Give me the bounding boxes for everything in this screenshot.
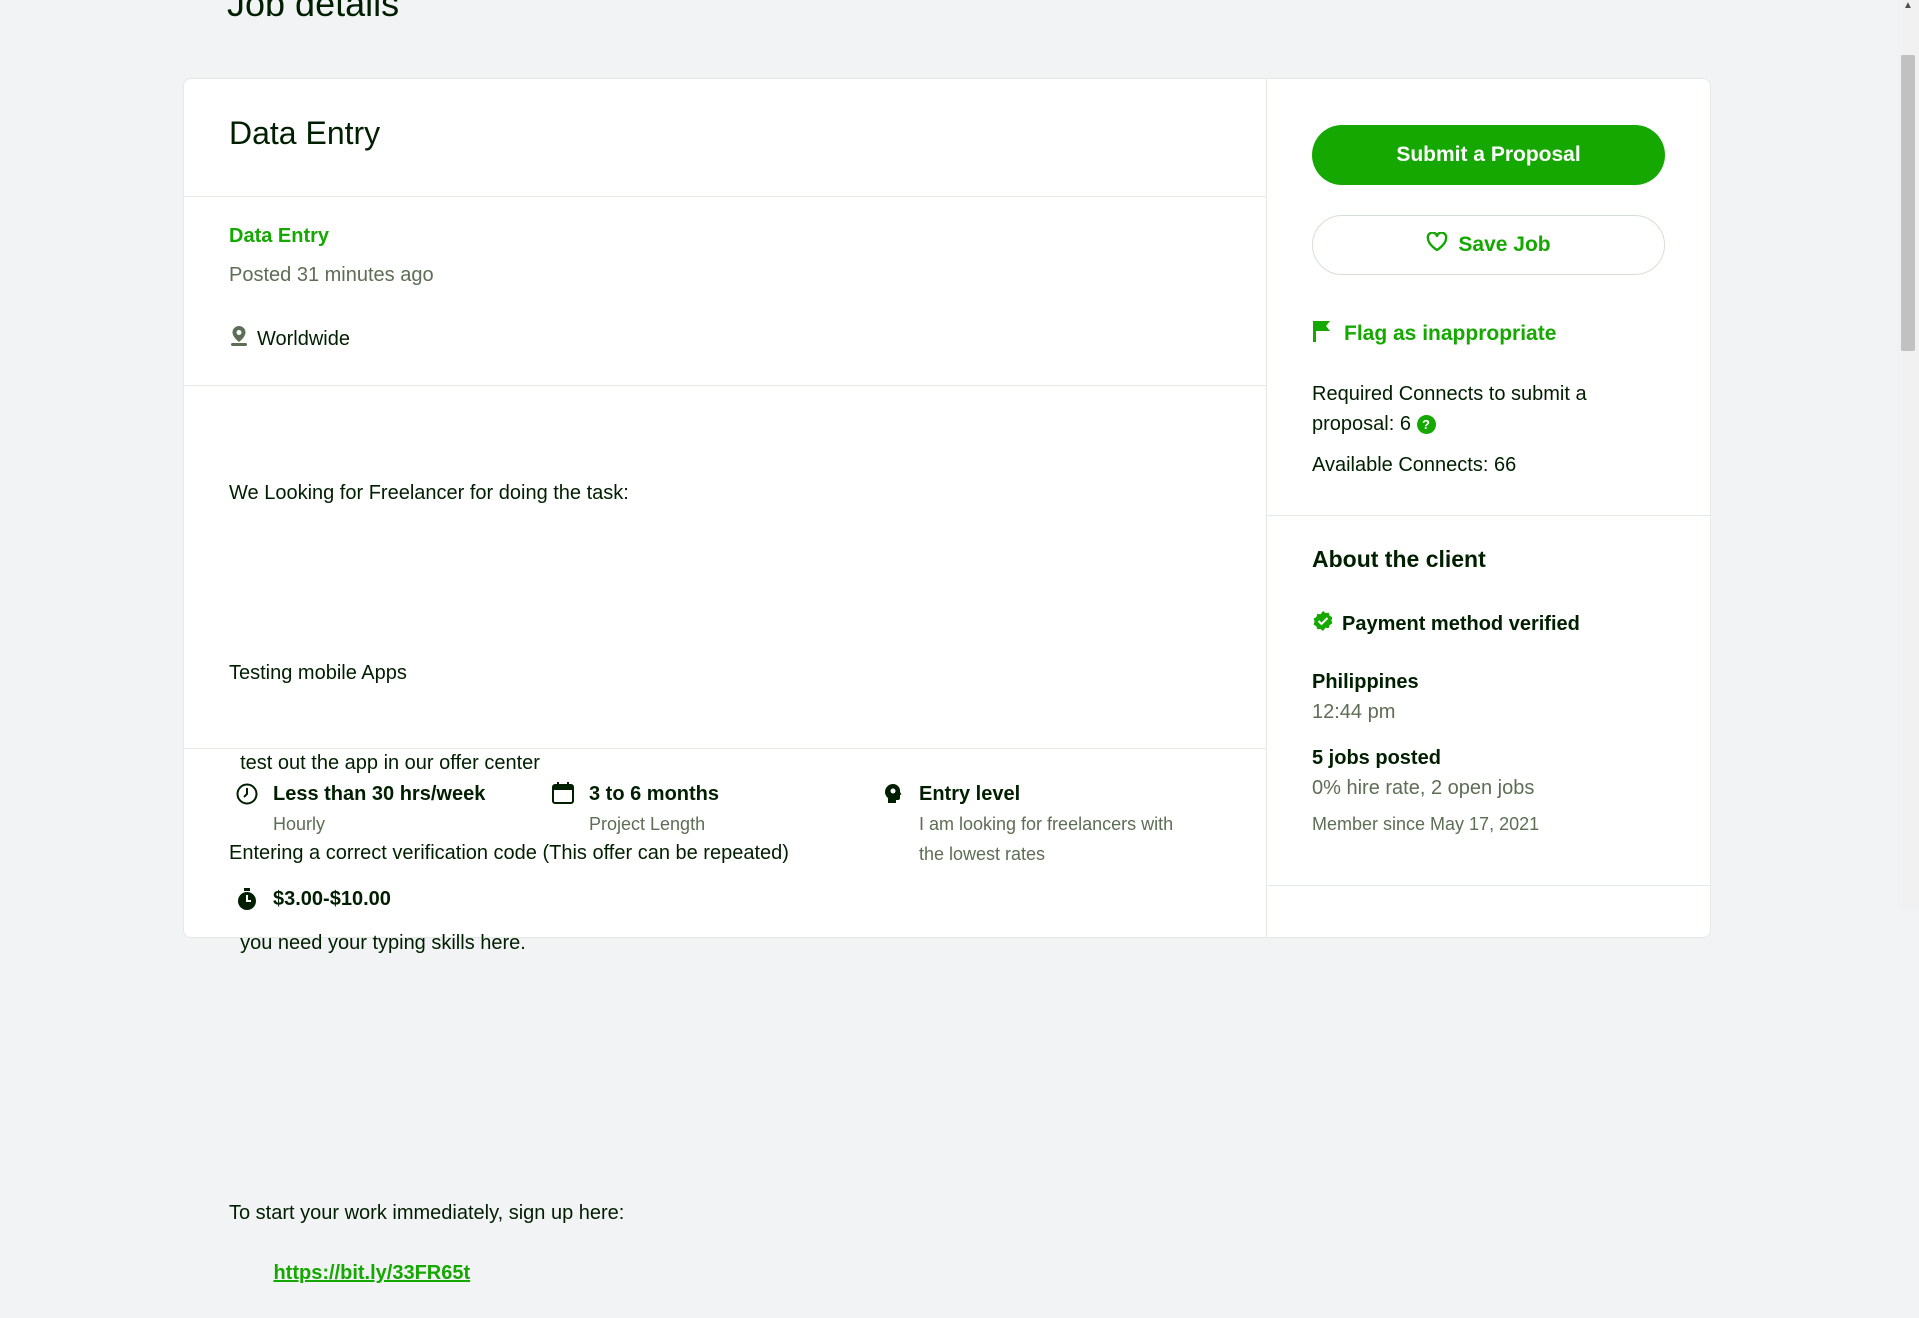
flag-inappropriate-link[interactable]: Flag as inappropriate	[1312, 319, 1556, 349]
heart-icon	[1426, 231, 1448, 258]
client-country: Philippines	[1312, 671, 1419, 693]
flag-icon	[1312, 319, 1332, 349]
payment-verified: Payment method verified	[1312, 610, 1580, 638]
feature-subtitle: I am looking for freelancers with the lo…	[919, 814, 1174, 864]
help-icon[interactable]: ?	[1416, 415, 1436, 435]
page-scrollbar[interactable]: ▲	[1897, 0, 1919, 910]
required-connects: Required Connects to submit a proposal: …	[1312, 379, 1652, 439]
page-title: Job details	[227, 0, 400, 24]
job-main-column: Data Entry Data Entry Posted 31 minutes …	[184, 79, 1267, 1284]
submit-proposal-button[interactable]: Submit a Proposal	[1312, 125, 1665, 185]
features-section: Less than 30 hrs/week Hourly 3 to 6 mont…	[184, 749, 1266, 949]
save-job-label: Save Job	[1458, 233, 1551, 256]
job-title-section: Data Entry	[184, 79, 1266, 197]
expertise-icon	[881, 779, 905, 869]
feature-title: 3 to 6 months	[589, 783, 720, 805]
description-line: Testing mobile Apps	[229, 662, 407, 684]
category-link[interactable]: Data Entry	[229, 225, 329, 248]
flag-label: Flag as inappropriate	[1344, 322, 1557, 345]
stopwatch-icon	[235, 884, 259, 919]
available-connects: Available Connects: 66	[1312, 454, 1517, 476]
feature-title: Less than 30 hrs/week	[273, 783, 486, 805]
location-label: Worldwide	[257, 327, 350, 350]
feature-experience: Entry level I am looking for freelancers…	[881, 779, 1181, 869]
feature-subtitle: Project Length	[589, 814, 706, 834]
map-pin-icon	[229, 325, 249, 353]
clock-icon	[235, 779, 259, 839]
scroll-thumb[interactable]	[1901, 55, 1915, 351]
description-line	[229, 1018, 789, 1048]
scroll-up-icon[interactable]: ▲	[1902, 0, 1914, 12]
client-hire-rate: 0% hire rate, 2 open jobs	[1312, 777, 1535, 799]
description-line	[229, 1108, 789, 1138]
feature-subtitle: Hourly	[273, 814, 326, 834]
client-jobs-posted: 5 jobs posted	[1312, 747, 1441, 769]
feature-workload: Less than 30 hrs/week Hourly	[235, 779, 485, 839]
description-line: To start your work immediately, sign up …	[229, 1202, 625, 1224]
required-connects-text: Required Connects to submit a proposal: …	[1312, 383, 1587, 435]
description-section: We Looking for Freelancer for doing the …	[184, 386, 1266, 1284]
client-local-time: 12:44 pm	[1312, 701, 1396, 723]
description-line: We Looking for Freelancer for doing the …	[229, 482, 629, 504]
payment-verified-label: Payment method verified	[1342, 612, 1580, 635]
about-client-heading: About the client	[1312, 546, 1486, 572]
actions-section: Submit a Proposal Save Job Flag as inapp…	[1267, 79, 1711, 516]
job-title: Data Entry	[229, 115, 381, 151]
client-section: About the client Payment method verified…	[1267, 516, 1711, 886]
calendar-icon	[551, 779, 575, 839]
signup-link[interactable]: https://bit.ly/33FR65t	[273, 1262, 470, 1284]
posted-time: Posted 31 minutes ago	[229, 264, 434, 286]
feature-rate: $3.00-$10.00	[235, 884, 391, 919]
verified-check-icon	[1312, 610, 1334, 638]
member-since: Member since May 17, 2021	[1312, 814, 1540, 834]
save-job-button[interactable]: Save Job	[1312, 215, 1665, 275]
feature-title: Entry level	[919, 783, 1021, 805]
job-meta-section: Data Entry Posted 31 minutes ago Worldwi…	[184, 197, 1266, 386]
location: Worldwide	[229, 325, 350, 353]
job-sidebar: Submit a Proposal Save Job Flag as inapp…	[1267, 79, 1711, 937]
job-details-card: Data Entry Data Entry Posted 31 minutes …	[183, 78, 1711, 1284]
description-line	[229, 568, 789, 598]
feature-duration: 3 to 6 months Project Length	[551, 779, 719, 839]
